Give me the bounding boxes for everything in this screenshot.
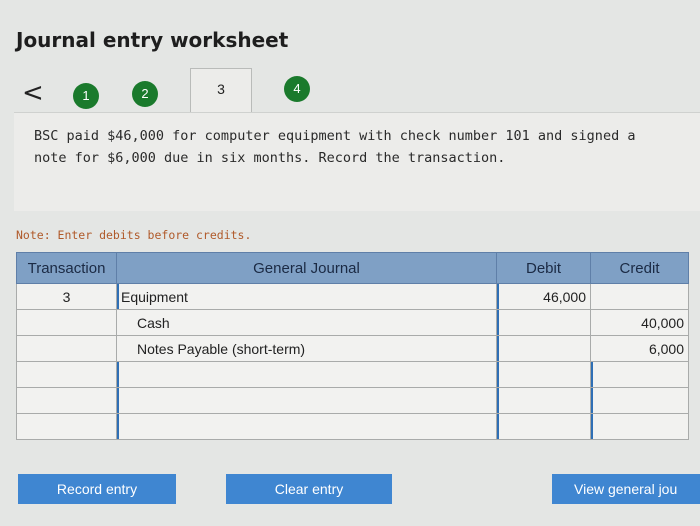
view-general-journal-button[interactable]: View general jou: [552, 474, 700, 504]
debit-cell[interactable]: [496, 361, 591, 388]
account-cell[interactable]: Notes Payable (short-term): [116, 335, 497, 362]
account-cell[interactable]: [116, 361, 497, 388]
account-text: Notes Payable (short-term): [137, 340, 306, 357]
credit-cell[interactable]: [590, 361, 689, 388]
table-row: 3 Equipment 46,000: [16, 283, 689, 310]
account-cell[interactable]: Equipment: [116, 283, 497, 310]
transaction-cell: [16, 361, 117, 388]
table-row: [16, 413, 689, 440]
transaction-cell: 3: [16, 283, 117, 310]
credit-cell[interactable]: [590, 413, 689, 440]
debit-cell[interactable]: 46,000: [496, 283, 591, 310]
journal-table: Transaction General Journal Debit Credit…: [16, 252, 689, 440]
table-row: [16, 361, 689, 388]
debit-header: Debit: [496, 252, 591, 284]
step-3-tab-active[interactable]: 3: [190, 68, 252, 117]
transaction-cell: [16, 335, 117, 362]
transaction-cell: [16, 309, 117, 336]
credit-header: Credit: [590, 252, 689, 284]
account-cell[interactable]: [116, 413, 497, 440]
problem-text: BSC paid $46,000 for computer equipment …: [34, 128, 636, 166]
debit-cell[interactable]: [496, 335, 591, 362]
back-arrow-icon[interactable]: <: [22, 80, 44, 106]
table-row: Notes Payable (short-term) 6,000: [16, 335, 689, 362]
step-1-button[interactable]: 1: [73, 83, 99, 109]
account-cell[interactable]: Cash: [116, 309, 497, 336]
step-2-button[interactable]: 2: [132, 81, 158, 107]
journal-header-row: Transaction General Journal Debit Credit: [16, 252, 689, 284]
credit-cell[interactable]: [590, 283, 689, 310]
credit-cell[interactable]: 40,000: [590, 309, 689, 336]
page-title: Journal entry worksheet: [16, 28, 289, 52]
debit-cell[interactable]: [496, 309, 591, 336]
table-row: Cash 40,000: [16, 309, 689, 336]
step-4-button[interactable]: 4: [284, 76, 310, 102]
credit-cell[interactable]: [590, 387, 689, 414]
debit-cell[interactable]: [496, 387, 591, 414]
account-cell[interactable]: [116, 387, 497, 414]
problem-panel: BSC paid $46,000 for computer equipment …: [14, 112, 700, 211]
note-text: Note: Enter debits before credits.: [16, 228, 252, 242]
debit-cell[interactable]: [496, 413, 591, 440]
general-journal-header: General Journal: [116, 252, 497, 284]
table-row: [16, 387, 689, 414]
clear-entry-button[interactable]: Clear entry: [226, 474, 392, 504]
credit-cell[interactable]: 6,000: [590, 335, 689, 362]
transaction-cell: [16, 387, 117, 414]
transaction-header: Transaction: [16, 252, 117, 284]
record-entry-button[interactable]: Record entry: [18, 474, 176, 504]
account-text: Cash: [137, 314, 170, 331]
transaction-cell: [16, 413, 117, 440]
